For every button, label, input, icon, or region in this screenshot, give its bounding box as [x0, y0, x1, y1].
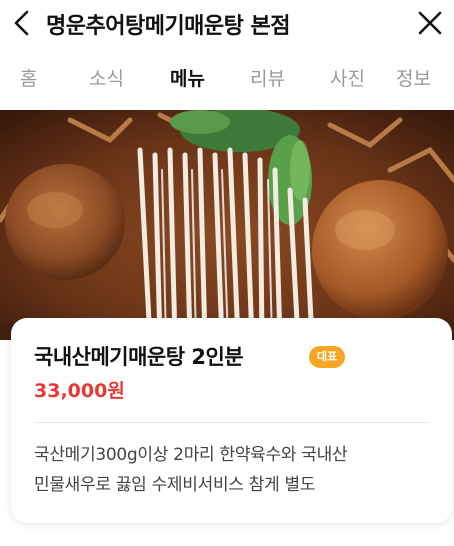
tab-photos[interactable]: 사진: [330, 64, 365, 91]
catfish-stew-image: [0, 110, 454, 340]
signature-badge: 대표: [309, 346, 346, 368]
menu-item-name: 국내산메기매운탕 2인분: [34, 345, 244, 369]
tab-info[interactable]: 정보: [396, 64, 431, 91]
chevron-left-icon: [14, 10, 29, 36]
page-title: 명운추어탕메기매운탕 본점: [46, 14, 291, 39]
tab-reviews[interactable]: 리뷰: [250, 64, 285, 91]
app-header: 명운추어탕메기매운탕 본점: [0, 0, 454, 46]
description-line: 국산메기300g이상 2마리 한약육수와 국내산: [34, 445, 348, 465]
close-button[interactable]: [412, 5, 448, 41]
tab-bar: 홈 소식 메뉴 리뷰 사진 정보: [0, 54, 454, 106]
tab-menu[interactable]: 메뉴: [170, 64, 205, 91]
description-line: 민물새우로 끓임 수제비서비스 참게 별도: [34, 475, 316, 495]
menu-item-description: 국산메기300g이상 2마리 한약육수와 국내산 민물새우로 끓임 수제비서비스…: [34, 440, 434, 500]
divider: [34, 422, 430, 423]
menu-photo: [0, 110, 454, 340]
tab-home[interactable]: 홈: [20, 64, 37, 91]
menu-item-card[interactable]: 국내산메기매운탕 2인분 대표 33,000원 국산메기300g이상 2마리 한…: [11, 318, 452, 523]
menu-item-price: 33,000원: [34, 380, 125, 402]
tab-news[interactable]: 소식: [89, 64, 124, 91]
close-icon: [418, 11, 442, 35]
back-button[interactable]: [6, 6, 40, 40]
